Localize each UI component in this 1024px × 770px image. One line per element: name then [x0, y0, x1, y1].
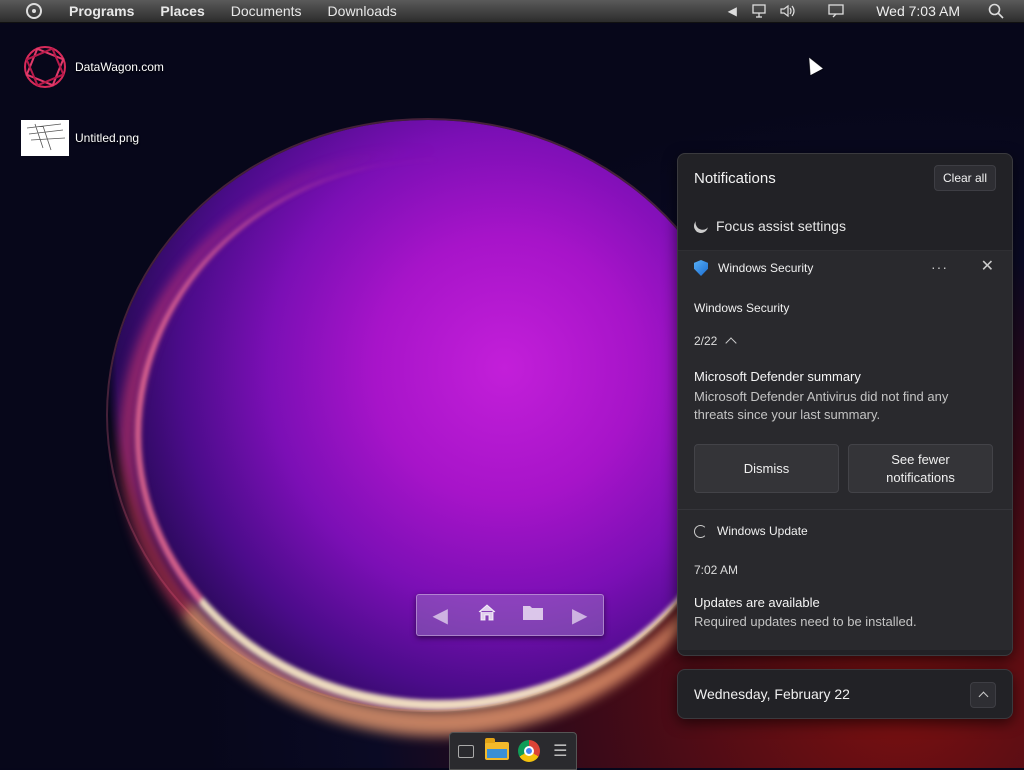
notification-count-toggle[interactable]: 2/22 — [694, 334, 738, 349]
notification-heading: Updates are available — [694, 595, 820, 610]
menu-programs[interactable]: Programs — [56, 3, 147, 19]
notification-time: 7:02 AM — [694, 563, 739, 577]
file-manager-icon[interactable] — [485, 738, 510, 763]
menu-downloads[interactable]: Downloads — [315, 3, 410, 19]
clock[interactable]: Wed 7:03 AM — [876, 3, 960, 19]
notification-source: Windows Security — [694, 260, 813, 276]
expand-calendar-button[interactable] — [970, 682, 996, 708]
notification-heading: Microsoft Defender summary — [694, 369, 861, 384]
folder-icon[interactable] — [519, 603, 547, 627]
clear-all-button[interactable]: Clear all — [933, 165, 996, 191]
calendar-date: Wednesday, February 22 — [694, 686, 850, 702]
more-options-icon[interactable]: ··· — [931, 259, 948, 275]
notification-count: 2/22 — [694, 334, 718, 348]
moon-icon — [691, 216, 710, 235]
see-fewer-label: See fewer notifications — [886, 451, 955, 485]
menu-icon[interactable]: ☰ — [548, 739, 572, 763]
close-icon[interactable]: ✕ — [981, 256, 994, 276]
notification-source-label: Windows Update — [717, 524, 808, 538]
notification-source: Windows Update — [694, 524, 808, 538]
notification-windows-security[interactable]: Windows Security ··· ✕ Windows Security … — [678, 251, 1012, 509]
system-logo-icon[interactable] — [26, 3, 42, 19]
chevron-up-icon — [725, 337, 738, 349]
notification-center: Notifications Clear all Focus assist set… — [677, 153, 1013, 656]
system-tray: ◀ Wed 7:03 AM — [718, 0, 1024, 22]
notification-app-name: Windows Security — [694, 301, 790, 315]
chevron-up-icon — [978, 691, 988, 702]
shield-icon — [694, 260, 708, 276]
notification-source-label: Windows Security — [718, 261, 814, 275]
back-arrow-icon[interactable]: ◀ — [426, 603, 454, 628]
desktop-icon-untitled-png[interactable]: Untitled.png — [21, 118, 139, 158]
terminal-icon[interactable] — [454, 739, 478, 763]
home-icon[interactable] — [473, 603, 501, 627]
menu-documents[interactable]: Documents — [218, 3, 315, 19]
navigation-dock: ◀ ▶ — [416, 594, 604, 636]
desktop-icon-label: Untitled.png — [75, 131, 140, 145]
search-icon[interactable] — [988, 3, 1004, 19]
forward-arrow-icon[interactable]: ▶ — [566, 603, 594, 628]
menu-places[interactable]: Places — [147, 3, 217, 19]
calendar-panel: Wednesday, February 22 — [677, 669, 1013, 719]
desktop-icon-label: DataWagon.com — [75, 60, 164, 74]
chrome-icon[interactable] — [517, 739, 541, 763]
taskbar: ☰ — [449, 732, 577, 770]
image-thumbnail-icon — [21, 118, 69, 158]
focus-assist-label: Focus assist settings — [716, 218, 846, 234]
datawagon-logo-icon — [21, 46, 69, 88]
notification-body: Required updates need to be installed. — [694, 614, 917, 629]
desktop-icon-datawagon[interactable]: DataWagon.com — [21, 46, 164, 88]
arrow-left-icon[interactable]: ◀ — [724, 4, 740, 18]
sync-icon — [694, 524, 707, 538]
volume-icon[interactable] — [780, 4, 796, 18]
focus-assist-settings-link[interactable]: Focus assist settings — [678, 202, 1012, 251]
notification-header: Notifications Clear all — [678, 154, 1012, 202]
notification-title: Notifications — [694, 170, 776, 187]
notification-windows-update[interactable]: Windows Update 7:02 AM Updates are avail… — [678, 509, 1012, 650]
display-icon[interactable] — [828, 4, 844, 18]
see-fewer-notifications-button[interactable]: See fewer notifications — [848, 444, 993, 493]
top-menu-bar: Programs Places Documents Downloads ◀ We… — [0, 0, 1024, 23]
dismiss-button[interactable]: Dismiss — [694, 444, 839, 493]
network-icon[interactable] — [752, 4, 768, 18]
notification-body: Microsoft Defender Antivirus did not fin… — [694, 389, 949, 422]
